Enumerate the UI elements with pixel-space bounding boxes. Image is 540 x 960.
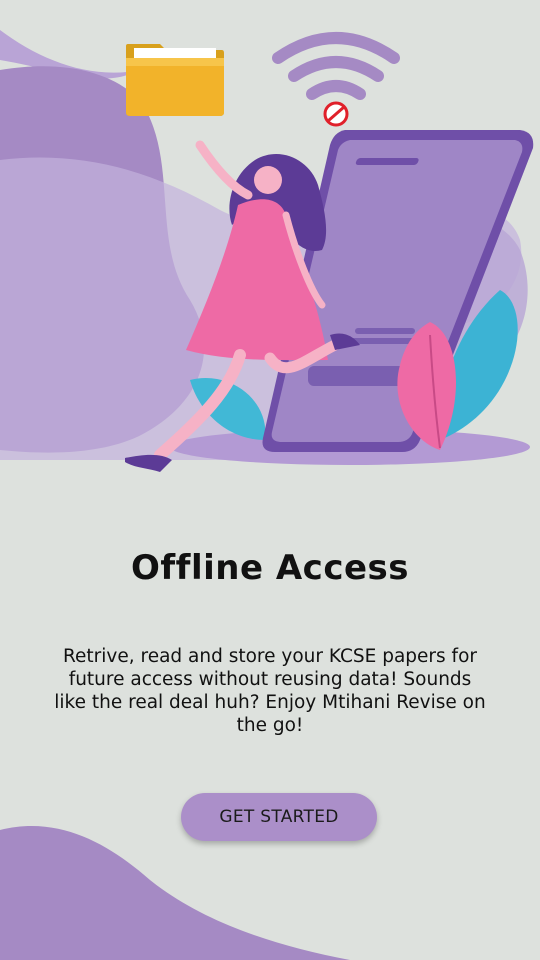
bottom-purple-wave bbox=[0, 826, 350, 960]
wifi-icon bbox=[272, 32, 400, 100]
offline-access-illustration bbox=[0, 30, 534, 472]
folder-icon bbox=[126, 44, 224, 116]
no-entry-icon bbox=[323, 101, 349, 127]
feature-description: Retrive, read and store your KCSE papers… bbox=[54, 646, 486, 736]
page-title: Offline Access bbox=[130, 548, 410, 588]
